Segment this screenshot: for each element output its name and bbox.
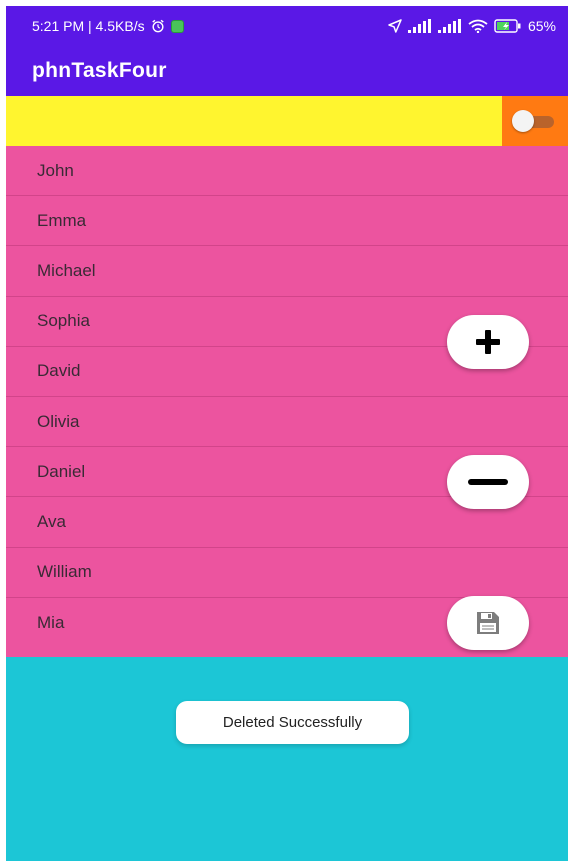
status-bar: 5:21 PM | 4.5KB/s 65% xyxy=(6,6,568,46)
toggle-container xyxy=(502,96,568,146)
list-item-label: Emma xyxy=(37,210,87,230)
status-left: 5:21 PM | 4.5KB/s xyxy=(32,18,184,34)
notification-icon xyxy=(170,19,184,33)
app-title: phnTaskFour xyxy=(32,59,167,82)
floppy-disk-icon xyxy=(477,612,499,634)
signal-icon xyxy=(437,19,461,33)
list-item-label: Daniel xyxy=(37,461,86,481)
list-item-label: Mia xyxy=(37,612,65,632)
add-button[interactable] xyxy=(447,315,529,369)
list-item-label: John xyxy=(37,160,74,180)
wifi-icon xyxy=(468,19,488,33)
list-item[interactable]: Olivia xyxy=(6,397,568,448)
app-bar: phnTaskFour xyxy=(6,46,568,96)
battery-percent: 65% xyxy=(527,18,556,34)
remove-button[interactable] xyxy=(447,455,529,509)
toggle-knob[interactable] xyxy=(512,110,534,132)
list-item[interactable]: Michael xyxy=(6,246,568,297)
yellow-header-bar xyxy=(6,96,502,146)
list-item-label: Michael xyxy=(37,260,96,280)
battery-icon xyxy=(494,19,521,33)
list-item[interactable]: William xyxy=(6,548,568,598)
location-icon xyxy=(388,19,402,33)
list-item-label: Sophia xyxy=(37,311,90,331)
list-item-label: William xyxy=(37,562,92,582)
list-item-label: Olivia xyxy=(37,411,80,431)
status-time-speed: 5:21 PM | 4.5KB/s xyxy=(32,18,145,34)
signal-icon xyxy=(407,19,431,33)
toast-text: Deleted Successfully xyxy=(222,714,363,731)
list-item-label: Ava xyxy=(37,511,66,531)
list-item-label: David xyxy=(37,361,81,381)
alarm-icon xyxy=(151,19,164,33)
list-item[interactable]: John xyxy=(6,146,568,197)
toast-message: Deleted Successfully xyxy=(176,701,409,744)
status-right: 65% xyxy=(388,18,556,34)
plus-icon xyxy=(476,330,500,354)
names-list: John Emma Michael Sophia David Olivia Da… xyxy=(6,146,568,657)
list-item[interactable]: Emma xyxy=(6,196,568,247)
save-button[interactable] xyxy=(447,596,529,650)
app-screen: 5:21 PM | 4.5KB/s 65% phnTaskFour John E… xyxy=(6,6,568,861)
minus-icon xyxy=(468,479,508,485)
